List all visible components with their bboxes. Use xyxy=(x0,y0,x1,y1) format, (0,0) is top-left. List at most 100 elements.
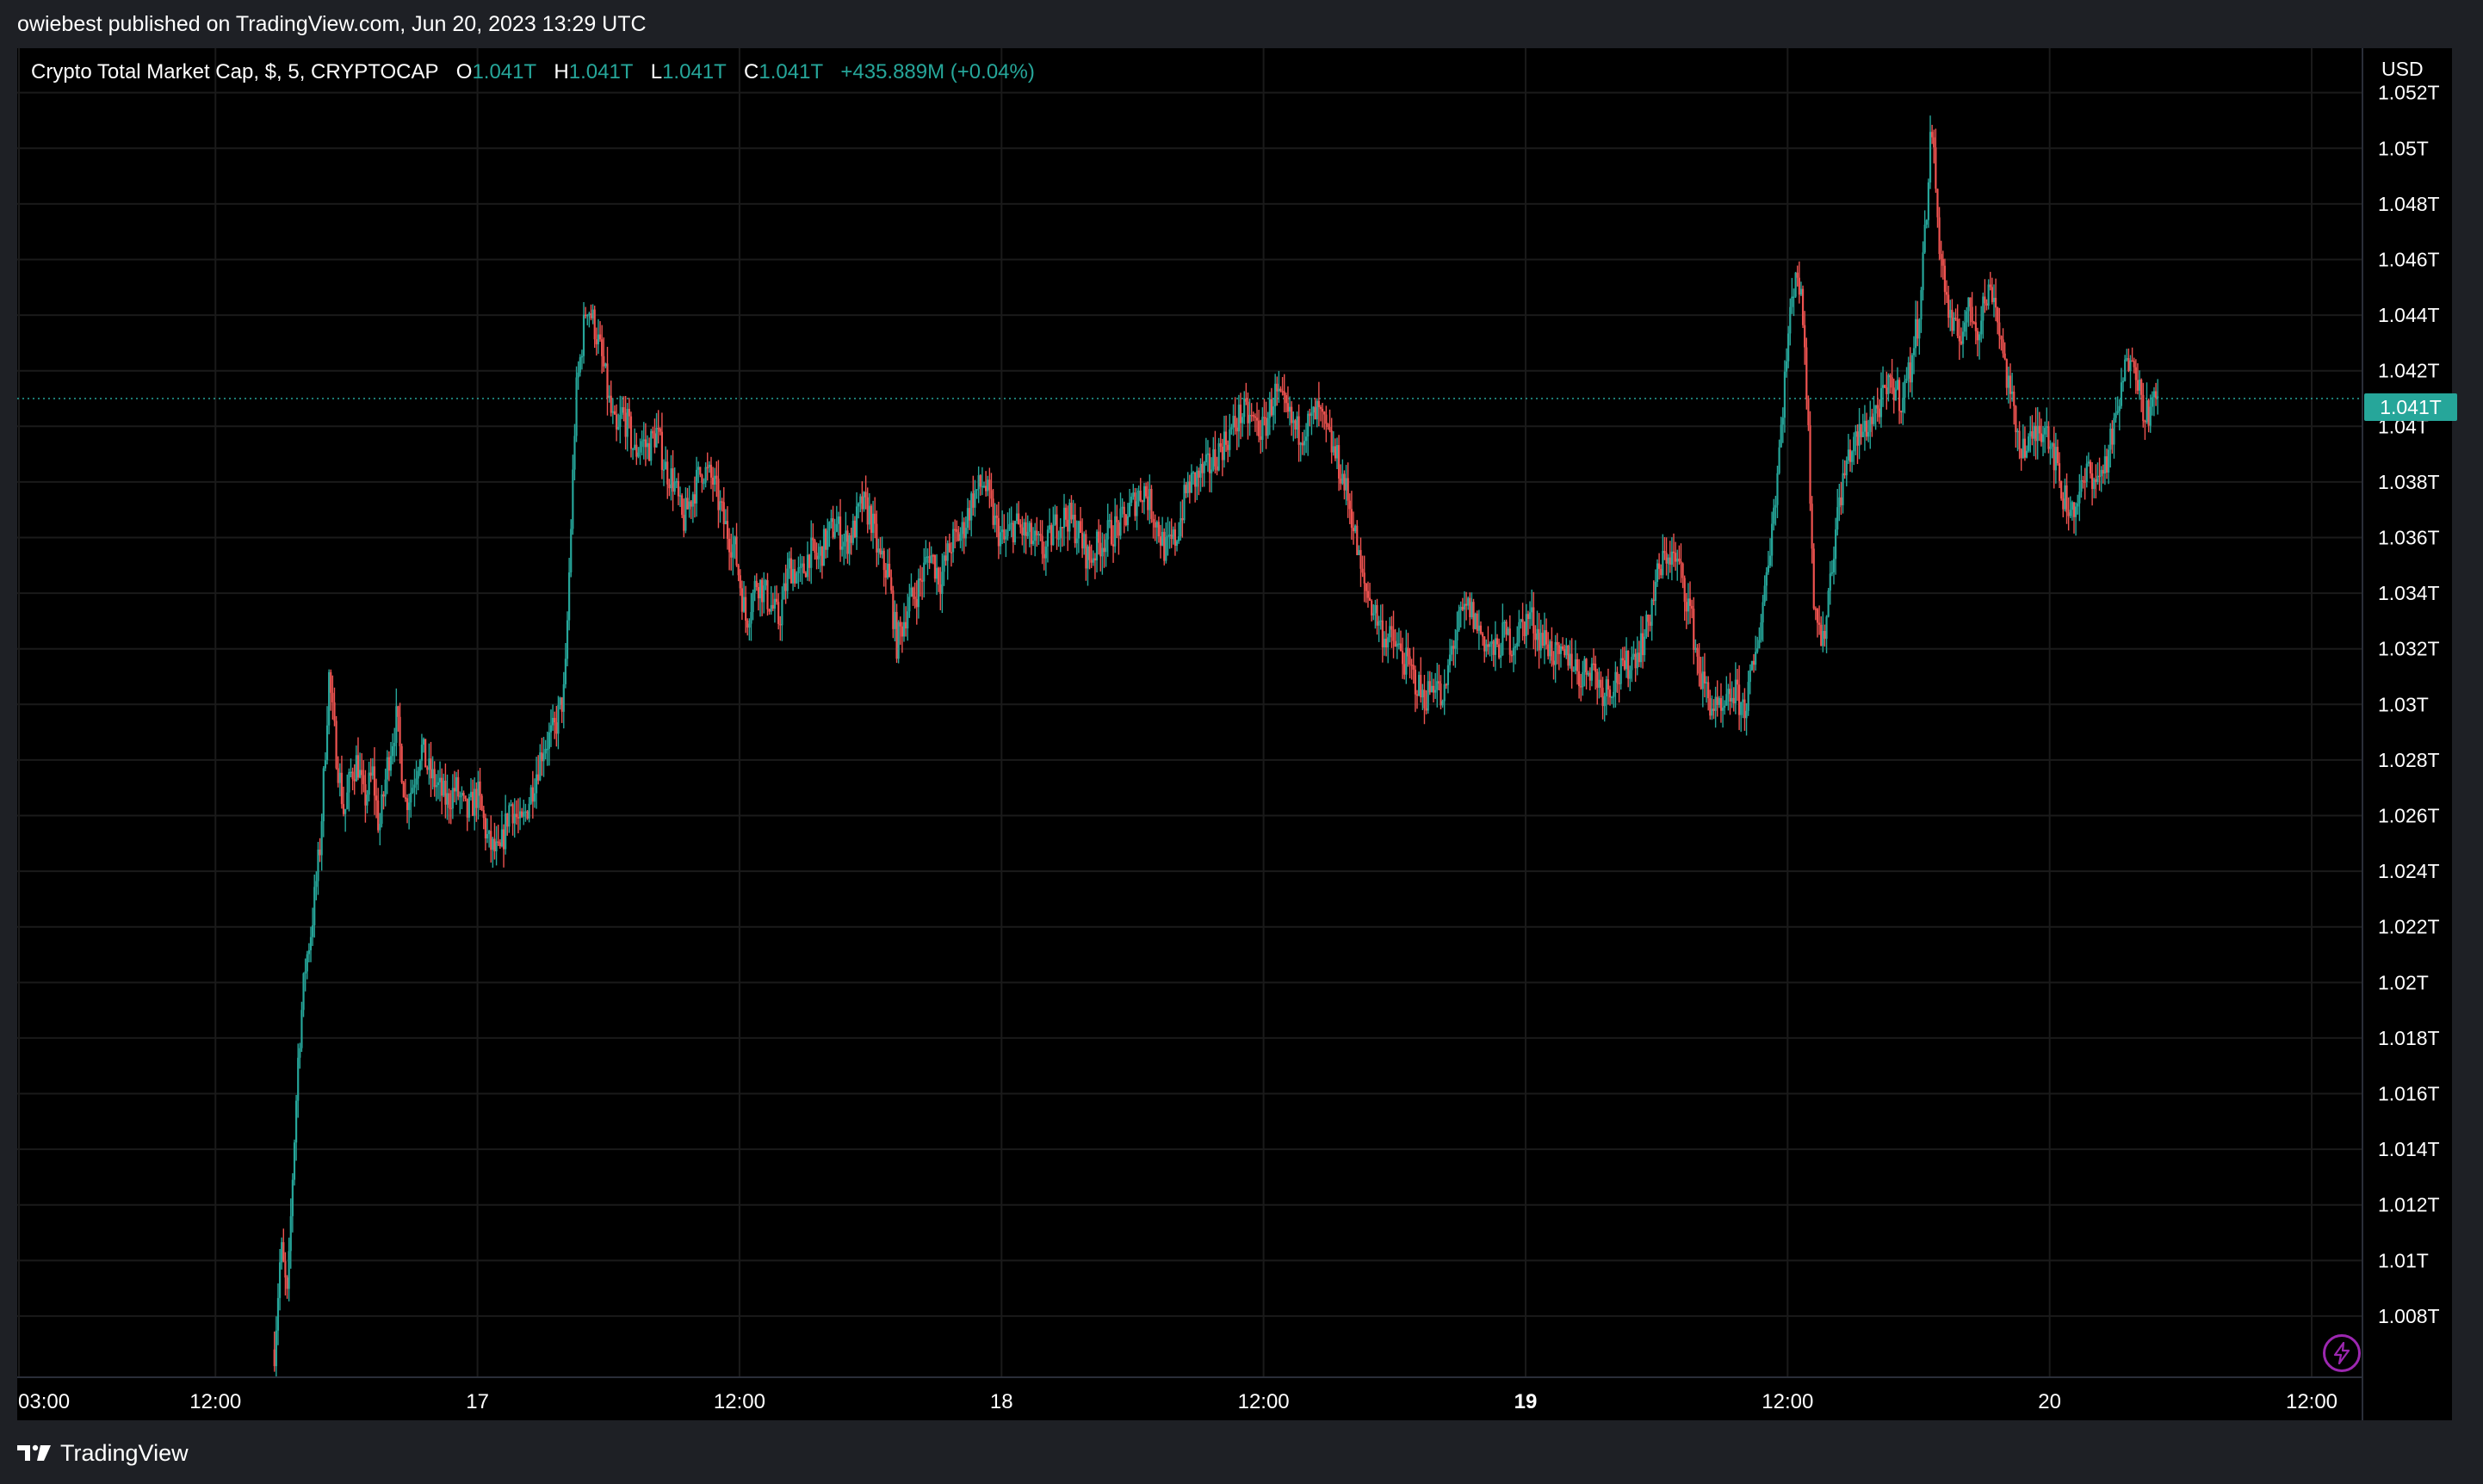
candle-body xyxy=(2062,498,2065,510)
candle-body xyxy=(703,482,705,485)
candle-body xyxy=(1662,551,1664,576)
candle-body xyxy=(681,495,684,516)
candle-body xyxy=(393,743,396,746)
candle-body xyxy=(1134,492,1136,516)
candle-body xyxy=(655,427,658,448)
candle-body xyxy=(928,556,931,563)
candle-body xyxy=(610,395,612,413)
candle-body xyxy=(1556,641,1558,646)
candle-body xyxy=(1500,655,1502,659)
candle-body xyxy=(377,800,380,831)
candle-body xyxy=(1286,403,1290,412)
candle-body xyxy=(1638,652,1640,663)
candle-body xyxy=(364,784,367,806)
candle-body xyxy=(1596,671,1599,689)
candle-body xyxy=(557,704,560,734)
candle-body xyxy=(683,515,685,531)
candle-body xyxy=(1322,408,1324,412)
candle-body xyxy=(1492,640,1495,655)
candle-body xyxy=(278,1262,282,1298)
candle-body xyxy=(666,461,669,485)
candle-body xyxy=(1847,449,1850,461)
candle-body xyxy=(1774,504,1777,508)
candle-body xyxy=(1185,485,1187,493)
candle-body xyxy=(750,611,752,624)
candle-body xyxy=(1982,296,1985,321)
candle-body xyxy=(1947,294,1950,318)
candle-body xyxy=(1399,643,1402,652)
candle-body xyxy=(1972,322,1975,324)
candle-body xyxy=(1361,568,1364,573)
tradingview-footer[interactable]: TradingView xyxy=(17,1434,189,1472)
candle-body xyxy=(353,779,356,782)
candle-body xyxy=(963,522,965,539)
candle-body xyxy=(1885,387,1888,394)
candle-body xyxy=(1707,682,1710,699)
candle-body xyxy=(302,973,305,1011)
candle-body xyxy=(299,1048,301,1058)
candle-body xyxy=(864,492,867,498)
candle-body xyxy=(635,444,638,457)
candle-body xyxy=(740,588,744,612)
candle-body xyxy=(493,838,496,851)
candle-body xyxy=(1348,500,1351,510)
lightning-bolt-icon[interactable] xyxy=(2323,1334,2361,1372)
candle-body xyxy=(783,583,785,600)
candle-body xyxy=(1780,424,1782,448)
candle-body xyxy=(431,769,434,779)
candle-body xyxy=(1976,331,1979,341)
candle-body xyxy=(2034,425,2037,442)
candle-body xyxy=(917,578,920,608)
candle-body xyxy=(1247,401,1249,424)
candle-body xyxy=(1105,539,1107,553)
candle-body xyxy=(497,841,499,843)
candle-body xyxy=(1081,533,1084,549)
legend-symbol[interactable]: Crypto Total Market Cap, $, 5, CRYPTOCAP xyxy=(31,60,438,83)
candle-body xyxy=(1434,689,1437,693)
candle-body xyxy=(1518,621,1520,643)
candle-body xyxy=(1255,417,1259,421)
candle-body xyxy=(1378,621,1380,626)
candle-body xyxy=(1366,591,1370,598)
candle-body xyxy=(282,1242,285,1262)
candle-body xyxy=(1260,436,1262,441)
candle-body xyxy=(1161,531,1164,546)
candle-body xyxy=(1922,252,1924,291)
candle-body xyxy=(389,756,393,771)
candle-body xyxy=(1046,529,1050,547)
candle-body xyxy=(1390,626,1393,630)
time-axis: 03:00 12:00 17 12:00 18 12:00 19 12:00 20 12:00 xyxy=(18,1390,2337,1413)
candle-body xyxy=(863,492,865,510)
candle-body xyxy=(897,621,900,659)
candle-body xyxy=(1030,522,1033,544)
candle-body xyxy=(338,772,341,783)
candle-body xyxy=(319,850,321,856)
candle-body xyxy=(1687,598,1690,612)
candle-body xyxy=(1108,520,1111,522)
candle-body xyxy=(1119,508,1122,536)
candle-body xyxy=(588,313,591,316)
candlestick-chart[interactable]: 1.052T1.05T1.048T1.046T1.044T1.042T1.04T… xyxy=(0,0,2483,1484)
candle-body xyxy=(1414,669,1416,695)
candle-body xyxy=(2036,425,2039,442)
candle-body xyxy=(695,469,698,504)
currency-label[interactable]: USD xyxy=(2381,58,2424,81)
candle-body xyxy=(871,513,875,534)
candle-body xyxy=(495,841,498,851)
candle-body xyxy=(1876,405,1879,409)
candle-body xyxy=(2078,492,2081,504)
candle-body xyxy=(1172,529,1174,540)
candle-body xyxy=(974,490,976,508)
candle-body xyxy=(286,1277,288,1289)
candle-body xyxy=(1873,413,1875,424)
candle-body xyxy=(1729,689,1731,702)
candle-body xyxy=(1811,504,1813,549)
candle-body xyxy=(1048,525,1051,530)
candle-body xyxy=(988,479,991,491)
candle-body xyxy=(1303,441,1306,446)
candle-body xyxy=(1858,424,1861,446)
candle-body xyxy=(1731,697,1733,702)
candle-body xyxy=(2149,406,2152,426)
candle-body xyxy=(479,781,481,796)
candle-body xyxy=(397,706,399,717)
